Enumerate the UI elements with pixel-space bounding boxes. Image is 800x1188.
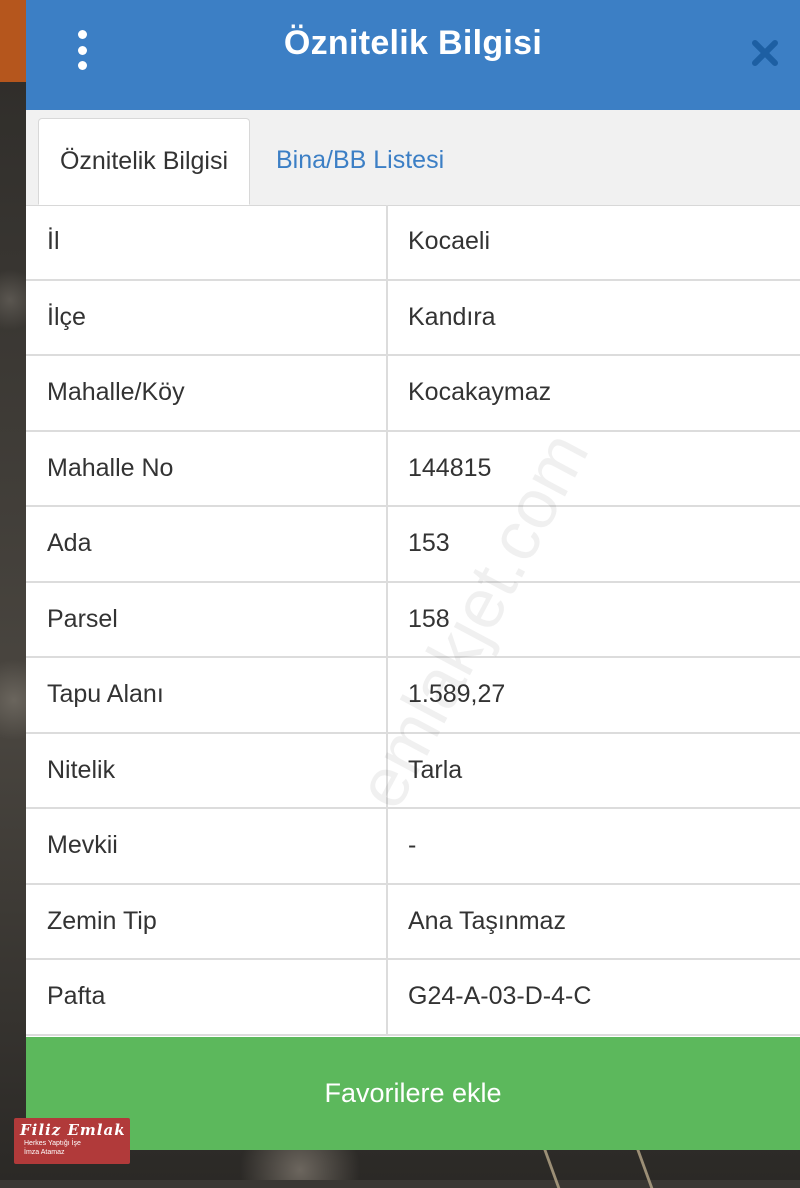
row-value: Tarla (408, 755, 463, 784)
row-key: İlçe (26, 280, 388, 354)
row-value: 153 (408, 529, 450, 558)
tab-bar: Öznitelik Bilgisi Bina/BB Listesi (26, 110, 800, 206)
table-row: Nitelik Tarla (26, 733, 800, 809)
logo-slogan-2: İmza Atamaz (24, 1149, 65, 1156)
row-key: Mahalle/Köy (26, 356, 388, 430)
table-row: Mevkii - (26, 809, 800, 885)
map-road (542, 1148, 654, 1188)
row-value: G24-A-03-D-4-C (408, 982, 592, 1011)
row-key: Mahalle No (26, 431, 388, 505)
logo-name: Filiz Emlak (20, 1121, 126, 1139)
table-row: Ada 153 (26, 507, 800, 583)
brand-logo: Filiz Emlak Herkes Yaptığı İşe İmza Atam… (14, 1118, 130, 1164)
row-value: 158 (408, 604, 450, 633)
row-key: Zemin Tip (26, 884, 388, 958)
row-value: Kocaeli (408, 227, 490, 256)
row-key: Tapu Alanı (26, 658, 388, 732)
row-value: - (408, 831, 417, 860)
attribute-panel: Öznitelik Bilgisi Öznitelik Bilgisi Bina… (26, 0, 800, 1150)
row-value: 1.589,27 (408, 680, 506, 709)
row-value: Ana Taşınmaz (408, 906, 566, 935)
row-value: 144815 (408, 453, 492, 482)
close-icon[interactable] (750, 38, 780, 68)
row-key: Pafta (26, 960, 388, 1034)
row-value: Kocakaymaz (408, 378, 552, 407)
table-row: Mahalle No 144815 (26, 431, 800, 507)
table-row: Tapu Alanı 1.589,27 (26, 658, 800, 734)
row-key: Nitelik (26, 733, 388, 807)
table-row: Zemin Tip Ana Taşınmaz (26, 884, 800, 960)
table-row: Pafta G24-A-03-D-4-C (26, 960, 800, 1036)
row-key: Ada (26, 507, 388, 581)
attribute-table: İl Kocaeli İlçe Kandıra Mahalle/Köy Koca… (26, 205, 800, 1036)
row-value: Kandıra (408, 302, 496, 331)
panel-header: Öznitelik Bilgisi (26, 0, 800, 110)
table-row: İl Kocaeli (26, 205, 800, 281)
table-row: Mahalle/Köy Kocakaymaz (26, 356, 800, 432)
row-key: Mevkii (26, 809, 388, 883)
tab-attribute-info[interactable]: Öznitelik Bilgisi (38, 118, 250, 205)
add-to-favorites-button[interactable]: Favorilere ekle (26, 1037, 800, 1150)
table-row: Parsel 158 (26, 582, 800, 658)
row-key: Parsel (26, 582, 388, 656)
map-tile-orange (0, 0, 26, 82)
tab-building-list[interactable]: Bina/BB Listesi (256, 118, 464, 205)
logo-slogan-1: Herkes Yaptığı İşe (24, 1140, 81, 1147)
row-key: İl (26, 205, 388, 279)
panel-title: Öznitelik Bilgisi (283, 24, 543, 62)
table-row: İlçe Kandıra (26, 280, 800, 356)
